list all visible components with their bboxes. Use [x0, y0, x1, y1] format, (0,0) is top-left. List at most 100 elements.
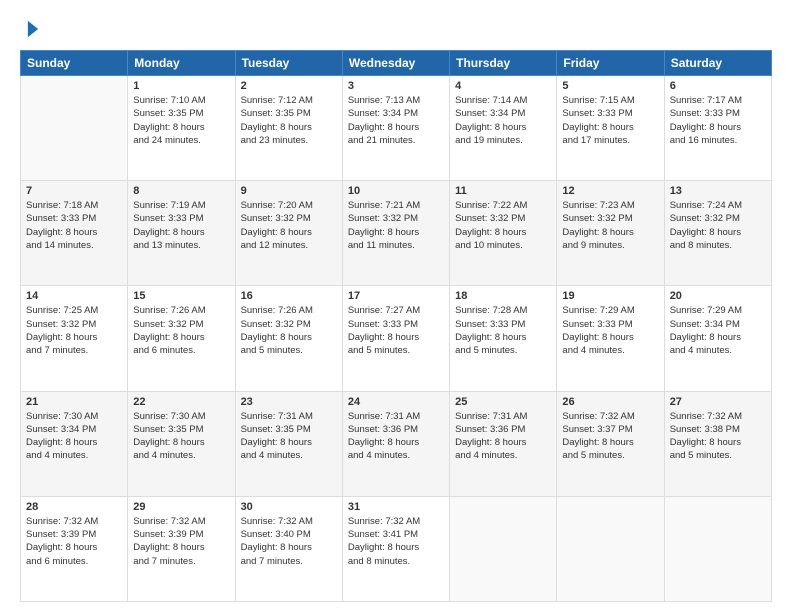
- calendar-cell: 6 Sunrise: 7:17 AMSunset: 3:33 PMDaylight…: [664, 76, 771, 181]
- day-info: Sunrise: 7:32 AMSunset: 3:38 PMDaylight:…: [670, 410, 766, 463]
- day-info: Sunrise: 7:32 AMSunset: 3:37 PMDaylight:…: [562, 410, 658, 463]
- day-info: Sunrise: 7:10 AMSunset: 3:35 PMDaylight:…: [133, 94, 229, 147]
- calendar-cell: 20 Sunrise: 7:29 AMSunset: 3:34 PMDayligh…: [664, 286, 771, 391]
- calendar-cell: 1 Sunrise: 7:10 AMSunset: 3:35 PMDaylight…: [128, 76, 235, 181]
- calendar-cell: 14 Sunrise: 7:25 AMSunset: 3:32 PMDayligh…: [21, 286, 128, 391]
- day-number: 15: [133, 290, 229, 302]
- day-number: 10: [348, 185, 444, 197]
- calendar-cell: 21 Sunrise: 7:30 AMSunset: 3:34 PMDayligh…: [21, 391, 128, 496]
- calendar-cell: [664, 496, 771, 601]
- calendar-cell: 30 Sunrise: 7:32 AMSunset: 3:40 PMDayligh…: [235, 496, 342, 601]
- day-number: 17: [348, 290, 444, 302]
- day-number: 24: [348, 396, 444, 408]
- calendar-cell: 18 Sunrise: 7:28 AMSunset: 3:33 PMDayligh…: [450, 286, 557, 391]
- logo: [20, 18, 44, 40]
- day-number: 25: [455, 396, 551, 408]
- day-number: 6: [670, 80, 766, 92]
- calendar-cell: 15 Sunrise: 7:26 AMSunset: 3:32 PMDayligh…: [128, 286, 235, 391]
- weekday-header-thursday: Thursday: [450, 51, 557, 76]
- day-number: 9: [241, 185, 337, 197]
- calendar-week-row: 1 Sunrise: 7:10 AMSunset: 3:35 PMDaylight…: [21, 76, 772, 181]
- weekday-header-row: SundayMondayTuesdayWednesdayThursdayFrid…: [21, 51, 772, 76]
- calendar-cell: 13Sunrise: 7:24 AMSunset: 3:32 PMDayligh…: [664, 181, 771, 286]
- calendar-cell: 7 Sunrise: 7:18 AMSunset: 3:33 PMDaylight…: [21, 181, 128, 286]
- calendar-cell: 24 Sunrise: 7:31 AMSunset: 3:36 PMDayligh…: [342, 391, 449, 496]
- day-info: Sunrise: 7:27 AMSunset: 3:33 PMDaylight:…: [348, 304, 444, 357]
- calendar-cell: 23 Sunrise: 7:31 AMSunset: 3:35 PMDayligh…: [235, 391, 342, 496]
- calendar-cell: 25 Sunrise: 7:31 AMSunset: 3:36 PMDayligh…: [450, 391, 557, 496]
- header: [20, 18, 772, 40]
- weekday-header-tuesday: Tuesday: [235, 51, 342, 76]
- day-number: 5: [562, 80, 658, 92]
- weekday-header-wednesday: Wednesday: [342, 51, 449, 76]
- calendar-cell: 4 Sunrise: 7:14 AMSunset: 3:34 PMDaylight…: [450, 76, 557, 181]
- day-info: Sunrise: 7:29 AMSunset: 3:34 PMDaylight:…: [670, 304, 766, 357]
- day-number: 28: [26, 501, 122, 513]
- calendar-cell: 19 Sunrise: 7:29 AMSunset: 3:33 PMDayligh…: [557, 286, 664, 391]
- calendar-cell: 16 Sunrise: 7:26 AMSunset: 3:32 PMDayligh…: [235, 286, 342, 391]
- day-info: Sunrise: 7:29 AMSunset: 3:33 PMDaylight:…: [562, 304, 658, 357]
- weekday-header-monday: Monday: [128, 51, 235, 76]
- day-number: 30: [241, 501, 337, 513]
- day-number: 16: [241, 290, 337, 302]
- day-number: 4: [455, 80, 551, 92]
- day-info: Sunrise: 7:32 AMSunset: 3:40 PMDaylight:…: [241, 515, 337, 568]
- day-info: Sunrise: 7:20 AMSunset: 3:32 PMDaylight:…: [241, 199, 337, 252]
- weekday-header-saturday: Saturday: [664, 51, 771, 76]
- calendar-week-row: 28 Sunrise: 7:32 AMSunset: 3:39 PMDayligh…: [21, 496, 772, 601]
- calendar-cell: 2Sunrise: 7:12 AMSunset: 3:35 PMDaylight…: [235, 76, 342, 181]
- day-info: Sunrise: 7:32 AMSunset: 3:39 PMDaylight:…: [133, 515, 229, 568]
- day-info: Sunrise: 7:23 AMSunset: 3:32 PMDaylight:…: [562, 199, 658, 252]
- day-number: 18: [455, 290, 551, 302]
- page: SundayMondayTuesdayWednesdayThursdayFrid…: [0, 0, 792, 612]
- calendar-table: SundayMondayTuesdayWednesdayThursdayFrid…: [20, 50, 772, 602]
- day-number: 19: [562, 290, 658, 302]
- calendar-cell: 17 Sunrise: 7:27 AMSunset: 3:33 PMDayligh…: [342, 286, 449, 391]
- day-number: 23: [241, 396, 337, 408]
- day-number: 13: [670, 185, 766, 197]
- weekday-header-sunday: Sunday: [21, 51, 128, 76]
- logo-icon: [22, 18, 44, 40]
- day-number: 8: [133, 185, 229, 197]
- day-number: 26: [562, 396, 658, 408]
- day-info: Sunrise: 7:30 AMSunset: 3:34 PMDaylight:…: [26, 410, 122, 463]
- day-info: Sunrise: 7:14 AMSunset: 3:34 PMDaylight:…: [455, 94, 551, 147]
- calendar-cell: 28 Sunrise: 7:32 AMSunset: 3:39 PMDayligh…: [21, 496, 128, 601]
- day-info: Sunrise: 7:31 AMSunset: 3:36 PMDaylight:…: [455, 410, 551, 463]
- day-info: Sunrise: 7:15 AMSunset: 3:33 PMDaylight:…: [562, 94, 658, 147]
- calendar-week-row: 14 Sunrise: 7:25 AMSunset: 3:32 PMDayligh…: [21, 286, 772, 391]
- calendar-cell: 11Sunrise: 7:22 AMSunset: 3:32 PMDayligh…: [450, 181, 557, 286]
- day-info: Sunrise: 7:13 AMSunset: 3:34 PMDaylight:…: [348, 94, 444, 147]
- calendar-cell: 5 Sunrise: 7:15 AMSunset: 3:33 PMDaylight…: [557, 76, 664, 181]
- day-info: Sunrise: 7:25 AMSunset: 3:32 PMDaylight:…: [26, 304, 122, 357]
- day-info: Sunrise: 7:31 AMSunset: 3:36 PMDaylight:…: [348, 410, 444, 463]
- weekday-header-friday: Friday: [557, 51, 664, 76]
- day-info: Sunrise: 7:32 AMSunset: 3:39 PMDaylight:…: [26, 515, 122, 568]
- day-info: Sunrise: 7:17 AMSunset: 3:33 PMDaylight:…: [670, 94, 766, 147]
- day-info: Sunrise: 7:19 AMSunset: 3:33 PMDaylight:…: [133, 199, 229, 252]
- day-info: Sunrise: 7:28 AMSunset: 3:33 PMDaylight:…: [455, 304, 551, 357]
- day-info: Sunrise: 7:26 AMSunset: 3:32 PMDaylight:…: [133, 304, 229, 357]
- calendar-cell: 12 Sunrise: 7:23 AMSunset: 3:32 PMDayligh…: [557, 181, 664, 286]
- day-info: Sunrise: 7:31 AMSunset: 3:35 PMDaylight:…: [241, 410, 337, 463]
- calendar-cell: 22Sunrise: 7:30 AMSunset: 3:35 PMDayligh…: [128, 391, 235, 496]
- day-number: 3: [348, 80, 444, 92]
- day-number: 12: [562, 185, 658, 197]
- day-info: Sunrise: 7:26 AMSunset: 3:32 PMDaylight:…: [241, 304, 337, 357]
- day-number: 20: [670, 290, 766, 302]
- calendar-cell: 31Sunrise: 7:32 AMSunset: 3:41 PMDayligh…: [342, 496, 449, 601]
- calendar-cell: 29Sunrise: 7:32 AMSunset: 3:39 PMDayligh…: [128, 496, 235, 601]
- calendar-cell: [450, 496, 557, 601]
- day-number: 1: [133, 80, 229, 92]
- day-number: 21: [26, 396, 122, 408]
- day-number: 14: [26, 290, 122, 302]
- calendar-week-row: 7 Sunrise: 7:18 AMSunset: 3:33 PMDaylight…: [21, 181, 772, 286]
- day-info: Sunrise: 7:32 AMSunset: 3:41 PMDaylight:…: [348, 515, 444, 568]
- day-info: Sunrise: 7:12 AMSunset: 3:35 PMDaylight:…: [241, 94, 337, 147]
- day-info: Sunrise: 7:18 AMSunset: 3:33 PMDaylight:…: [26, 199, 122, 252]
- calendar-cell: [557, 496, 664, 601]
- day-number: 7: [26, 185, 122, 197]
- day-info: Sunrise: 7:22 AMSunset: 3:32 PMDaylight:…: [455, 199, 551, 252]
- calendar-cell: 3 Sunrise: 7:13 AMSunset: 3:34 PMDaylight…: [342, 76, 449, 181]
- calendar-week-row: 21 Sunrise: 7:30 AMSunset: 3:34 PMDayligh…: [21, 391, 772, 496]
